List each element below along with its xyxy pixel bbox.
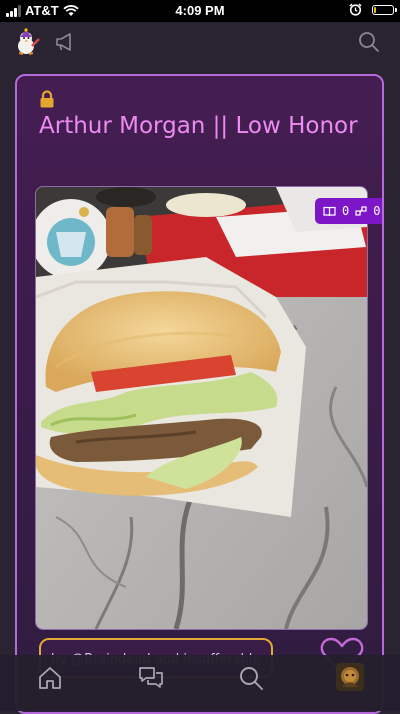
battery-level — [374, 6, 377, 13]
post-card[interactable]: Arthur Morgan || Low Honor 0 0 — [15, 74, 384, 714]
profile-avatar[interactable] — [336, 663, 364, 691]
home-icon[interactable] — [37, 665, 63, 691]
read-count: 0 — [342, 204, 350, 218]
search-icon[interactable] — [358, 31, 380, 53]
search-nav-icon[interactable] — [238, 665, 264, 691]
sandwich-photo — [36, 187, 367, 629]
post-stats-badge: 0 0 — [315, 198, 382, 224]
lock-icon — [40, 90, 54, 108]
chat-icon[interactable] — [138, 665, 164, 691]
status-time: 4:09 PM — [175, 3, 225, 18]
share-nodes-icon — [355, 205, 367, 216]
share-count: 0 — [373, 204, 381, 218]
post-title[interactable]: Arthur Morgan || Low Honor — [39, 110, 359, 143]
megaphone-icon[interactable] — [54, 32, 76, 52]
app-avatar-icon[interactable] — [12, 27, 42, 57]
top-bar — [0, 22, 400, 62]
bottom-nav — [0, 655, 400, 711]
book-icon — [323, 206, 336, 216]
status-right — [349, 3, 397, 16]
status-bar: AT&T 4:09 PM — [0, 0, 400, 22]
alarm-icon — [349, 3, 362, 16]
post-photo[interactable] — [35, 186, 368, 630]
battery-icon — [372, 4, 397, 15]
